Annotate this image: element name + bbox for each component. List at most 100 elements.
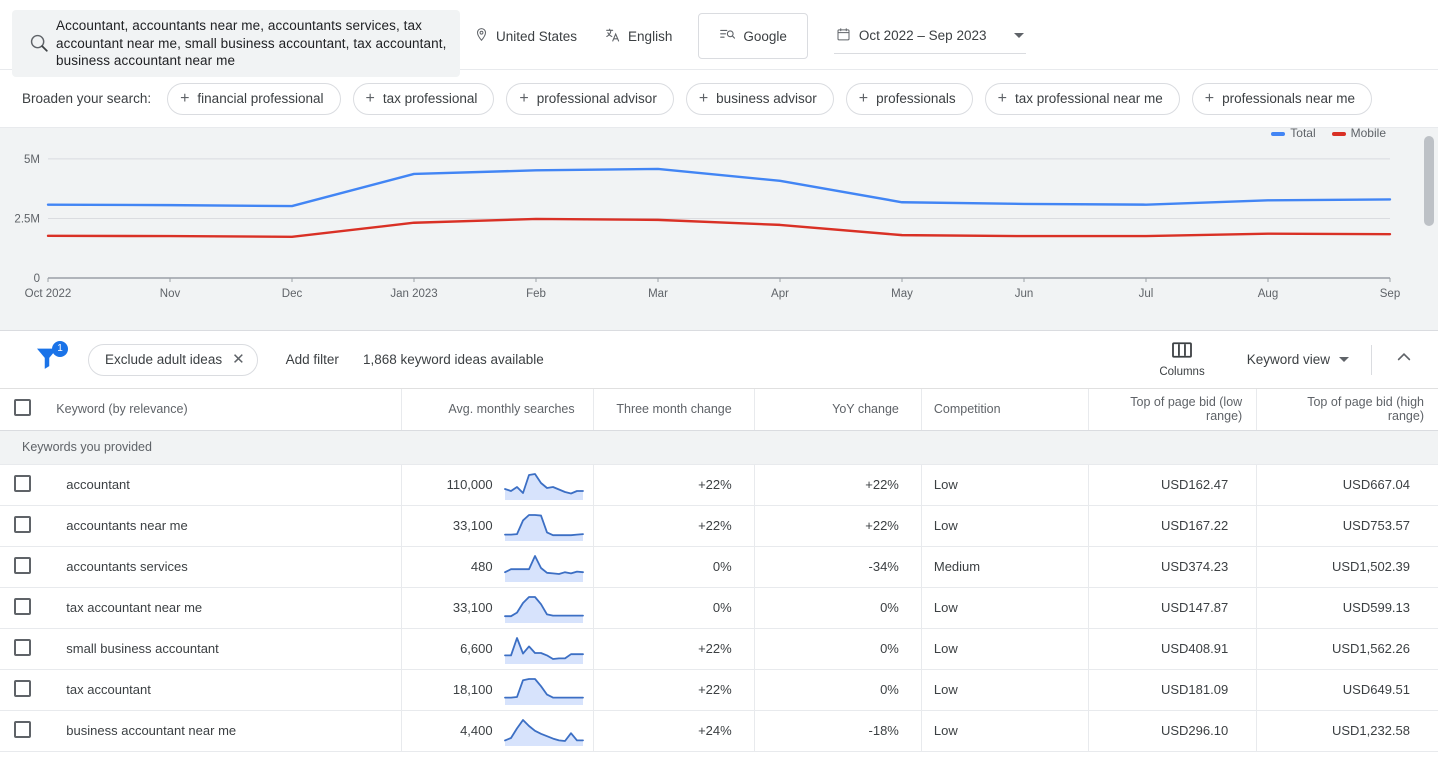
broaden-chip-5[interactable]: + tax professional near me	[984, 82, 1180, 115]
svg-text:May: May	[891, 288, 913, 300]
row-checkbox[interactable]	[13, 679, 31, 697]
cell-competition: Low	[920, 628, 1089, 670]
cell-three-month-change: +22%	[592, 464, 755, 506]
cell-yoy-change: 0%	[753, 628, 922, 670]
add-filter-button[interactable]: Add filter	[286, 352, 339, 367]
cell-bid-low: USD181.09	[1088, 669, 1257, 711]
cell-yoy-change: +22%	[753, 505, 922, 547]
cell-competition: Low	[920, 464, 1089, 506]
view-selector[interactable]: Keyword view	[1231, 352, 1365, 367]
table-row[interactable]: business accountant near me 4,400 +24% -18%…	[0, 710, 1438, 752]
collapse-chart-button[interactable]	[1378, 347, 1438, 372]
date-range-selector[interactable]: Oct 2022 – Sep 2023	[820, 16, 1041, 56]
broaden-chip-label: professionals near me	[1222, 91, 1355, 106]
table-row[interactable]: tax accountant 18,100 +22% 0% Low USD181.09 US…	[0, 669, 1438, 711]
broaden-chip-0[interactable]: + financial professional	[167, 82, 341, 115]
avg-searches-value: 4,400	[460, 723, 493, 738]
row-checkbox[interactable]	[13, 474, 31, 492]
cell-yoy-change: -18%	[753, 710, 922, 752]
table-row[interactable]: small business accountant 6,600 +22% 0% Low U…	[0, 628, 1438, 670]
cell-yoy-change: -34%	[753, 546, 922, 588]
table-row[interactable]: accountant 110,000 +22% +22% Low USD162.47 USD…	[0, 464, 1438, 506]
cell-keyword: accountants services	[44, 546, 402, 588]
cell-bid-high: USD599.13	[1256, 587, 1438, 629]
results-toolbar: 1 Exclude adult ideas ✕ Add filter 1,868…	[0, 331, 1438, 389]
cell-avg-monthly-searches: 4,400	[401, 710, 594, 752]
row-checkbox[interactable]	[13, 597, 31, 615]
location-label: United States	[496, 28, 578, 44]
close-icon[interactable]: ✕	[232, 352, 245, 367]
cell-avg-monthly-searches: 33,100	[401, 505, 594, 547]
cell-bid-low: USD296.10	[1088, 710, 1257, 752]
header-three-month-change[interactable]: Three month change	[592, 389, 755, 431]
search-volume-sparkline	[503, 468, 585, 502]
location-selector[interactable]: United States	[460, 16, 591, 56]
avg-searches-value: 33,100	[452, 518, 493, 533]
chart-scrollbar-thumb[interactable]	[1424, 136, 1434, 226]
search-network-icon	[719, 27, 736, 45]
svg-text:Oct 2022: Oct 2022	[25, 288, 72, 300]
header-bid-high[interactable]: Top of page bid (high range)	[1256, 389, 1438, 431]
broaden-chip-4[interactable]: + professionals	[845, 82, 973, 115]
cell-bid-high: USD1,562.26	[1256, 628, 1438, 670]
cell-avg-monthly-searches: 6,600	[401, 628, 594, 670]
avg-searches-value: 480	[470, 559, 493, 574]
row-checkbox[interactable]	[13, 638, 31, 656]
row-select-cell	[0, 710, 45, 752]
active-filter-chip[interactable]: Exclude adult ideas ✕	[88, 343, 258, 376]
network-selector[interactable]: Google	[698, 13, 808, 59]
search-volume-sparkline	[503, 632, 585, 666]
plus-icon: +	[698, 89, 709, 107]
table-row[interactable]: accountants near me 33,100 +22% +22% Low USD1…	[0, 505, 1438, 547]
header-yoy-change[interactable]: YoY change	[753, 389, 922, 431]
legend-label-mobile: Mobile	[1350, 128, 1386, 140]
cell-avg-monthly-searches: 110,000	[401, 464, 594, 506]
row-select-cell	[0, 587, 45, 629]
cell-keyword: small business accountant	[44, 628, 402, 670]
broaden-chip-2[interactable]: + professional advisor	[506, 82, 674, 115]
cell-bid-low: USD162.47	[1088, 464, 1257, 506]
table-row[interactable]: tax accountant near me 33,100 0% 0% Low USD14…	[0, 587, 1438, 629]
search-volume-sparkline	[503, 673, 585, 707]
cell-keyword: tax accountant	[44, 669, 402, 711]
broaden-search-row: Broaden your search: + financial professi…	[0, 70, 1438, 128]
cell-yoy-change: +22%	[753, 464, 922, 506]
broaden-chip-6[interactable]: + professionals near me	[1191, 82, 1372, 115]
cell-yoy-change: 0%	[753, 669, 922, 711]
broaden-chip-3[interactable]: + business advisor	[685, 82, 834, 115]
chart-legend: Total Mobile	[1271, 128, 1386, 140]
filter-icon[interactable]: 1	[32, 340, 68, 377]
plus-icon: +	[1204, 89, 1215, 107]
row-checkbox[interactable]	[13, 556, 31, 574]
cell-keyword: accountants near me	[44, 505, 402, 547]
cell-three-month-change: 0%	[592, 587, 755, 629]
cell-bid-high: USD649.51	[1256, 669, 1438, 711]
language-selector[interactable]: English	[591, 16, 686, 56]
select-all-checkbox[interactable]	[13, 399, 31, 417]
header-bid-low[interactable]: Top of page bid (low range)	[1088, 389, 1257, 431]
header-keyword[interactable]: Keyword (by relevance)	[44, 389, 402, 431]
table-row[interactable]: accountants services 480 0% -34% Medium USD37…	[0, 546, 1438, 588]
svg-text:Jul: Jul	[1139, 288, 1154, 300]
svg-text:Mar: Mar	[648, 288, 668, 300]
header-competition[interactable]: Competition	[920, 389, 1089, 431]
row-checkbox[interactable]	[13, 720, 31, 738]
cell-bid-low: USD167.22	[1088, 505, 1257, 547]
cell-keyword: accountant	[44, 464, 402, 506]
cell-three-month-change: +22%	[592, 505, 755, 547]
broaden-chip-label: professionals	[876, 91, 956, 106]
row-checkbox[interactable]	[13, 515, 31, 533]
keyword-ideas-table: Keyword (by relevance) Avg. monthly sear…	[0, 389, 1438, 752]
select-all-header	[0, 389, 45, 431]
legend-item-total: Total	[1271, 128, 1316, 140]
broaden-chip-1[interactable]: + tax professional	[352, 82, 495, 115]
broaden-label: Broaden your search:	[22, 91, 152, 106]
search-input[interactable]: Accountant, accountants near me, account…	[12, 10, 460, 77]
columns-button[interactable]: Columns	[1145, 341, 1218, 378]
search-volume-sparkline	[503, 550, 585, 584]
row-select-cell	[0, 505, 45, 547]
chevron-down-icon[interactable]	[1014, 33, 1025, 38]
header-avg-monthly-searches[interactable]: Avg. monthly searches	[401, 389, 594, 431]
svg-text:Jan 2023: Jan 2023	[390, 288, 437, 300]
svg-text:0: 0	[34, 273, 40, 285]
